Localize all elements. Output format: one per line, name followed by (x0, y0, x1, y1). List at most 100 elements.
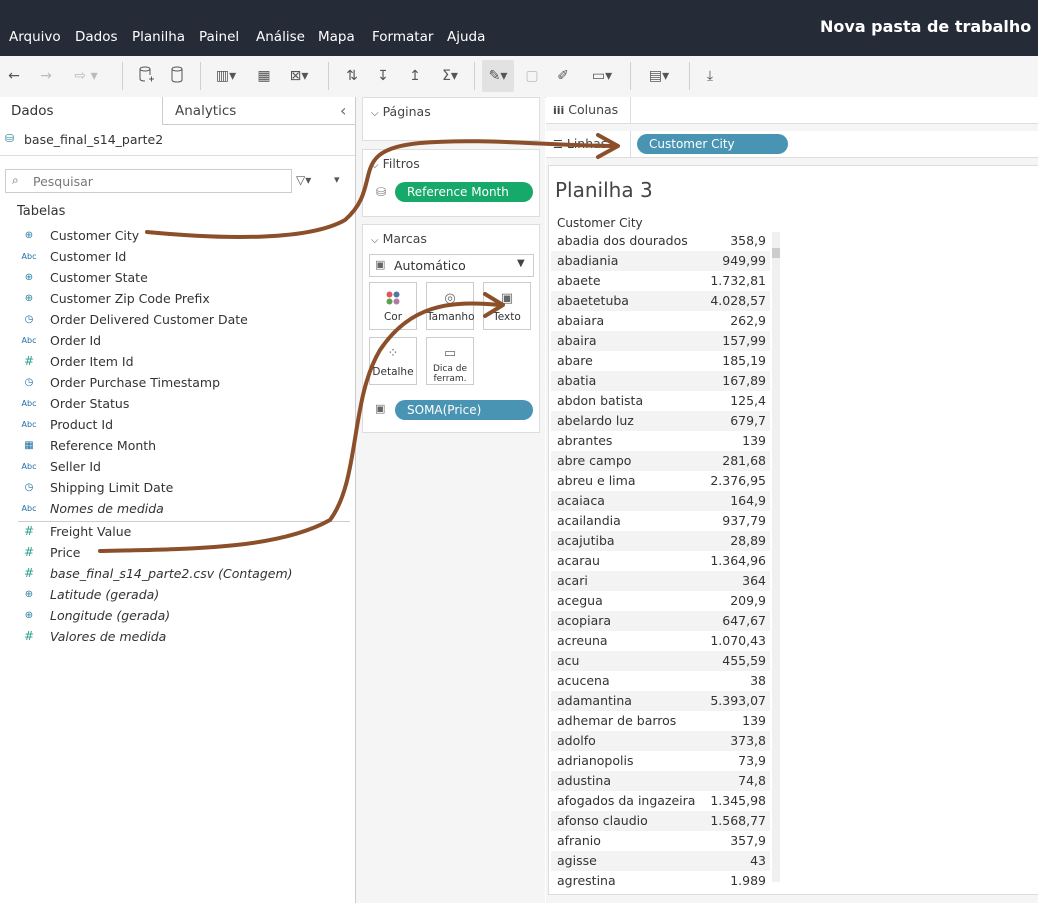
mark-pill-soma-price[interactable]: SOMA(Price) (395, 400, 533, 420)
mark-color-button[interactable]: Cor (369, 282, 417, 330)
table-row[interactable]: abrantes 139 (551, 431, 770, 451)
table-row[interactable]: acarau 1.364,96 (551, 551, 770, 571)
table-row[interactable]: abre campo 281,68 (551, 451, 770, 471)
mark-text-button[interactable]: ▣ Texto (483, 282, 531, 330)
replay-icon[interactable]: ⇨ ▾ (67, 66, 105, 86)
table-row[interactable]: acucena 38 (551, 671, 770, 691)
pages-card[interactable]: ⌵ Páginas (362, 97, 540, 141)
menu-arquivo[interactable]: Arquivo (9, 29, 61, 45)
table-row[interactable]: adolfo 373,8 (551, 731, 770, 751)
table-row[interactable]: abaira 157,99 (551, 331, 770, 351)
field-item[interactable]: ▦ Reference Month (0, 435, 350, 456)
table-row[interactable]: afonso claudio 1.568,77 (551, 811, 770, 831)
table-row[interactable]: acopiara 647,67 (551, 611, 770, 631)
table-row[interactable]: abadiania 949,99 (551, 251, 770, 271)
table-row[interactable]: abelardo luz 679,7 (551, 411, 770, 431)
table-row[interactable]: acegua 209,9 (551, 591, 770, 611)
field-item[interactable]: Abc Nomes de medida (0, 498, 350, 519)
menu-painel[interactable]: Painel (199, 29, 239, 45)
clear-sheet-icon[interactable]: ⊠▾ (284, 66, 314, 86)
field-item[interactable]: Abc Product Id (0, 414, 350, 435)
field-item[interactable]: ◷ Order Purchase Timestamp (0, 372, 350, 393)
table-row[interactable]: adhemar de barros 139 (551, 711, 770, 731)
table-row[interactable]: abatia 167,89 (551, 371, 770, 391)
tab-dados[interactable]: Dados (11, 97, 54, 125)
field-item[interactable]: # Freight Value (0, 521, 350, 542)
field-item[interactable]: ⊕ Latitude (gerada) (0, 584, 350, 605)
pane-menu-icon[interactable]: ▾ (334, 173, 340, 186)
menu-planilha[interactable]: Planilha (132, 29, 185, 45)
table-row[interactable]: abaiara 262,9 (551, 311, 770, 331)
columns-shelf[interactable]: iii Colunas (546, 97, 1038, 124)
table-row[interactable]: acari 364 (551, 571, 770, 591)
new-datasource-icon[interactable] (135, 66, 157, 86)
field-item[interactable]: Abc Order Id (0, 330, 350, 351)
table-row[interactable]: abare 185,19 (551, 351, 770, 371)
menu-ajuda[interactable]: Ajuda (447, 29, 485, 45)
field-item[interactable]: ⊕ Longitude (gerada) (0, 605, 350, 626)
table-row[interactable]: afranio 357,9 (551, 831, 770, 851)
mark-detail-button[interactable]: ⁘ Detalhe (369, 337, 417, 385)
table-row[interactable]: acajutiba 28,89 (551, 531, 770, 551)
swap-rows-columns-icon[interactable]: ⇅ (342, 66, 362, 86)
show-labels-icon[interactable]: ▢ (522, 66, 542, 86)
sort-ascending-icon[interactable]: ↧ (373, 66, 393, 86)
sort-descending-icon[interactable]: ↥ (405, 66, 425, 86)
field-item[interactable]: # base_final_s14_parte2.csv (Contagem) (0, 563, 350, 584)
field-item[interactable]: # Order Item Id (0, 351, 350, 372)
table-row[interactable]: afogados da ingazeira 1.345,98 (551, 791, 770, 811)
table-row[interactable]: adustina 74,8 (551, 771, 770, 791)
field-item[interactable]: ⊕ Customer State (0, 267, 350, 288)
table-row[interactable]: acaiaca 164,9 (551, 491, 770, 511)
rows-pill-customer-city[interactable]: Customer City (637, 134, 788, 154)
field-item[interactable]: Abc Seller Id (0, 456, 350, 477)
format-icon[interactable]: ✐ (553, 66, 573, 86)
scrollbar-thumb[interactable] (772, 248, 780, 258)
column-header-customer-city[interactable]: Customer City (557, 216, 643, 230)
filters-card[interactable]: ⌵ Filtros ⛁ Reference Month (362, 149, 540, 217)
field-item[interactable]: ⊕ Customer City (0, 225, 350, 246)
table-row[interactable]: abaetetuba 4.028,57 (551, 291, 770, 311)
table-row[interactable]: acreuna 1.070,43 (551, 631, 770, 651)
vertical-scrollbar[interactable] (772, 232, 780, 882)
table-row[interactable]: acailandia 937,79 (551, 511, 770, 531)
table-row[interactable]: acu 455,59 (551, 651, 770, 671)
menu-analise[interactable]: Análise (256, 29, 305, 45)
totals-icon[interactable]: Σ▾ (437, 66, 463, 86)
field-item[interactable]: Abc Order Status (0, 393, 350, 414)
filter-pill-reference-month[interactable]: Reference Month (395, 182, 533, 202)
table-row[interactable]: agisse 43 (551, 851, 770, 871)
table-row[interactable]: adrianopolis 73,9 (551, 751, 770, 771)
table-row[interactable]: abdon batista 125,4 (551, 391, 770, 411)
table-row[interactable]: agrestina 1.989 (551, 871, 770, 891)
filter-fields-icon[interactable]: ▽▾ (296, 173, 311, 187)
mark-type-dropdown[interactable]: ▣ Automático ▼ (369, 254, 534, 277)
search-box[interactable]: ⌕ Pesquisar (5, 169, 292, 193)
search-input[interactable]: Pesquisar (33, 174, 93, 189)
mark-size-button[interactable]: ◎ Tamanho (426, 282, 475, 330)
redo-icon[interactable]: → (37, 66, 55, 86)
present-icon[interactable]: ⤓ (700, 66, 720, 86)
fit-icon[interactable]: ▭▾ (586, 66, 618, 86)
table-row[interactable]: abreu e lima 2.376,95 (551, 471, 770, 491)
field-item[interactable]: ◷ Order Delivered Customer Date (0, 309, 350, 330)
menu-dados[interactable]: Dados (75, 29, 118, 45)
menu-formatar[interactable]: Formatar (372, 29, 433, 45)
field-item[interactable]: Abc Customer Id (0, 246, 350, 267)
field-item[interactable]: ◷ Shipping Limit Date (0, 477, 350, 498)
rows-shelf[interactable]: ☰ Linhas Customer City (546, 131, 1038, 158)
tab-analytics[interactable]: Analytics (175, 97, 236, 125)
table-row[interactable]: abaete 1.732,81 (551, 271, 770, 291)
pause-updates-icon[interactable] (167, 66, 189, 86)
duplicate-sheet-icon[interactable]: ▦ (253, 66, 275, 86)
sheet-title[interactable]: Planilha 3 (555, 178, 653, 202)
highlight-icon[interactable]: ✎▾ (482, 60, 514, 92)
undo-icon[interactable]: ← (5, 66, 23, 86)
datasource-name[interactable]: base_final_s14_parte2 (24, 132, 163, 147)
table-row[interactable]: abadia dos dourados 358,9 (551, 231, 770, 251)
field-item[interactable]: # Price (0, 542, 350, 563)
table-row[interactable]: adamantina 5.393,07 (551, 691, 770, 711)
new-worksheet-icon[interactable]: ▥▾ (212, 66, 240, 86)
field-item[interactable]: # Valores de medida (0, 626, 350, 647)
collapse-pane-icon[interactable]: ‹ (340, 97, 346, 125)
